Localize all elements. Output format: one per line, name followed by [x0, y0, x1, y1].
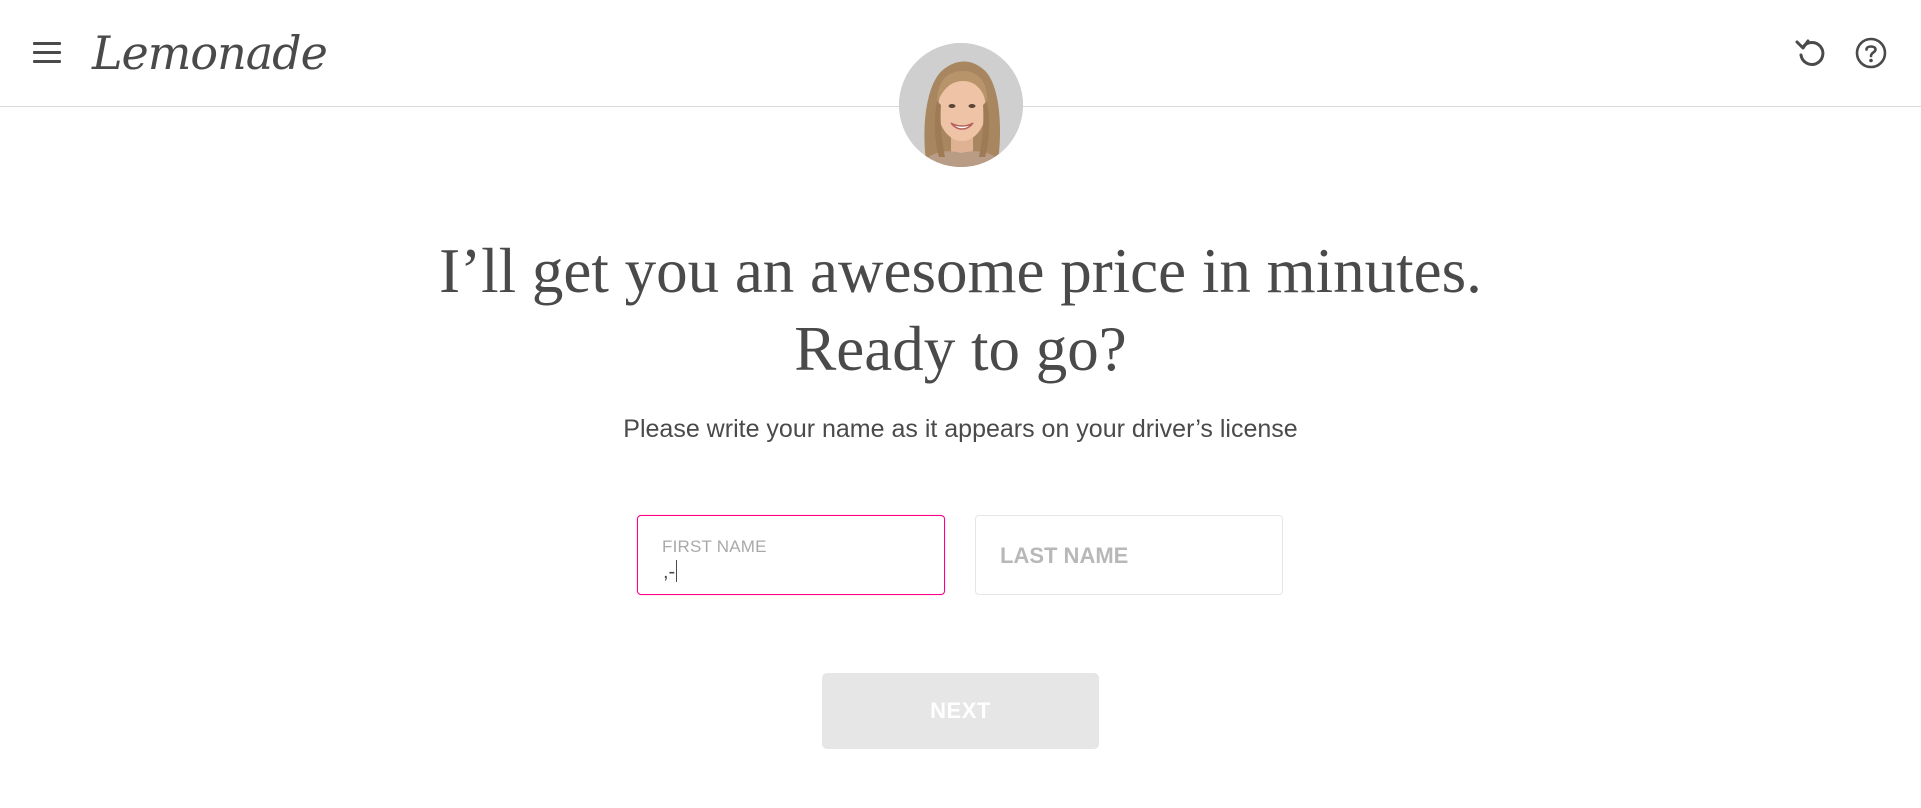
next-button[interactable]: NEXT	[822, 673, 1099, 749]
last-name-field[interactable]: LAST NAME	[975, 515, 1283, 595]
menu-bar	[33, 51, 61, 54]
restart-icon[interactable]	[1794, 36, 1828, 70]
agent-avatar	[899, 43, 1023, 167]
lemonade-logo[interactable]: Lemonade	[92, 20, 328, 86]
page-subtitle: Please write your name as it appears on …	[623, 415, 1298, 443]
page-headline: I’ll get you an awesome price in minutes…	[0, 232, 1921, 388]
menu-bar	[33, 60, 61, 63]
hamburger-menu-icon[interactable]	[30, 38, 64, 68]
help-icon[interactable]	[1854, 36, 1888, 70]
page: Lemonade I’ll get you an awesome price i…	[0, 0, 1921, 808]
headline-line-2: Ready to go?	[794, 314, 1127, 384]
first-name-field[interactable]: FIRST NAME ,-	[637, 515, 945, 595]
headline-line-1: I’ll get you an awesome price in minutes…	[439, 236, 1482, 306]
menu-bar	[33, 42, 61, 45]
